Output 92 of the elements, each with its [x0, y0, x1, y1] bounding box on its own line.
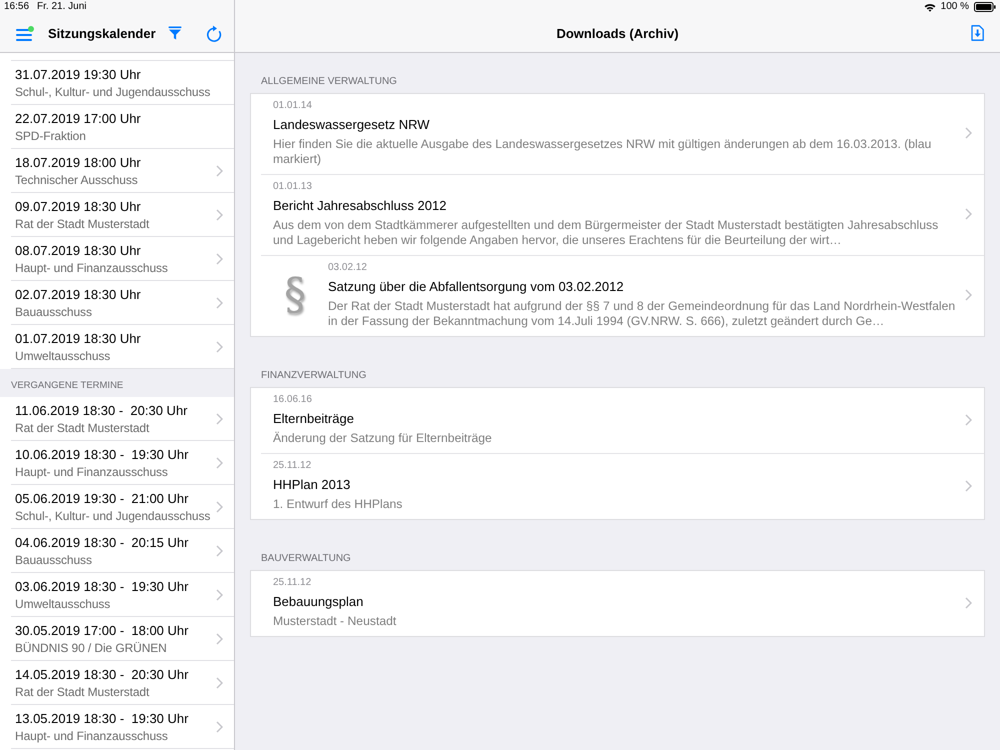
committee-name: Technischer Ausschuss: [15, 172, 138, 188]
download-icon: [971, 25, 984, 41]
document-description: Aus dem von dem Stadtkämmerer aufgestellten und dem Bürgermeister der Stadt Musterstadt bestätigten Jahresabschluss und Lagebericht heben wir folgende Angaben hervor, die unseres Erachtens für die Beurteilung der wirt…: [273, 218, 940, 248]
meeting-time: 03.06.2019 18:30 - 19:30 Uhr: [15, 578, 188, 596]
meeting-time: 04.06.2019 18:30 - 20:15 Uhr: [15, 534, 188, 552]
chevron-icon: [965, 414, 972, 426]
meeting-time: 10.06.2019 18:30 - 19:30 Uhr: [15, 446, 188, 464]
section-header: FINANZVERWALTUNG: [261, 370, 366, 382]
committee-name: Schul-, Kultur- und Jugendausschuss: [15, 84, 210, 100]
document-description: 1. Entwurf des HHPlans: [273, 497, 402, 512]
meeting-time: 30.05.2019 17:00 - 18:00 Uhr: [15, 622, 188, 640]
committee-name: SPD-Fraktion: [15, 128, 86, 144]
meeting-time: 13.05.2019 18:30 - 19:30 Uhr: [15, 710, 188, 728]
document-date: 25.11.12: [273, 459, 312, 473]
meeting-time: 05.06.2019 19:30 - 21:00 Uhr: [15, 490, 188, 508]
committee-name: Haupt- und Finanzausschuss: [15, 728, 168, 744]
document-list-item[interactable]: 01.01.14 Landeswassergesetz NRW Hier finden Sie die aktuelle Ausgabe des Landeswassergesetzes NRW mit gültigen änderungen ab dem 16.03.2013. (blau markiert): [261, 94, 984, 174]
document-date: 25.11.12: [273, 576, 312, 590]
meeting-list-item[interactable]: 08.07.2019 18:30 Uhr Haupt- und Finanzausschuss: [11, 237, 234, 281]
committee-name: Haupt- und Finanzausschuss: [15, 260, 168, 276]
meeting-list-item[interactable]: 30.05.2019 17:00 - 18:00 Uhr BÜNDNIS 90 / Die GRÜNEN: [11, 617, 234, 661]
chevron-icon: [965, 127, 972, 139]
committee-name: Schul-, Kultur- und Jugendausschuss: [15, 508, 210, 524]
committee-name: Bauausschuss: [15, 304, 92, 320]
meeting-list-item[interactable]: 05.06.2019 19:30 - 21:00 Uhr Schul-, Kultur- und Jugendausschuss: [11, 485, 234, 529]
document-title: Landeswassergesetz NRW: [273, 116, 430, 134]
page-title: Downloads (Archiv): [556, 26, 679, 40]
section-header: ALLGEMEINE VERWALTUNG: [261, 76, 397, 88]
document-description: Musterstadt - Neustadt: [273, 614, 396, 629]
document-title: Bericht Jahresabschluss 2012: [273, 197, 446, 215]
document-description: Hier finden Sie die aktuelle Ausgabe des Landeswassergesetzes NRW mit gültigen änderungen ab dem 16.03.2013. (blau markiert): [273, 137, 932, 167]
status-date: Fr. 21. Juni: [37, 1, 86, 13]
meeting-list-item[interactable]: 31.07.2019 19:30 Uhr Schul-, Kultur- und Jugendausschuss: [11, 61, 234, 105]
refresh-icon: [206, 24, 222, 42]
meeting-list-item[interactable]: 11.06.2019 18:30 - 20:30 Uhr Rat der Stadt Musterstadt: [11, 397, 234, 441]
battery-icon: [974, 2, 996, 12]
document-description: Der Rat der Stadt Musterstadt hat aufgrund der §§ 7 und 8 der Gemeindeordnung für das Land Nordrhein-Westfalen in der Fassung der Bekanntmachung vom 14.Juli 1994 (GV.NRW. S. 666), zuletzt geändert durch Ge…: [328, 299, 956, 329]
meeting-time: 02.07.2019 18:30 Uhr: [15, 286, 141, 304]
meeting-list-item[interactable]: 04.06.2019 18:30 - 20:15 Uhr Bauausschuss: [11, 529, 234, 573]
document-date: 03.02.12: [328, 261, 367, 275]
meeting-list-item[interactable]: 10.06.2019 18:30 - 19:30 Uhr Haupt- und Finanzausschuss: [11, 441, 234, 485]
chevron-icon: [965, 480, 972, 492]
meeting-time: 11.06.2019 18:30 - 20:30 Uhr: [15, 402, 188, 420]
document-description: Änderung der Satzung für Elternbeiträge: [273, 431, 492, 446]
meeting-time: 22.07.2019 17:00 Uhr: [15, 110, 141, 128]
document-title: Bebauungsplan: [273, 593, 364, 611]
section-header: VERGANGENE TERMINE: [0, 369, 234, 397]
committee-name: Umweltausschuss: [15, 348, 110, 364]
section-header: BAUVERWALTUNG: [261, 553, 351, 565]
committee-name: Rat der Stadt Musterstadt: [15, 684, 150, 700]
document-title: HHPlan 2013: [273, 476, 350, 494]
wifi-icon: [924, 2, 936, 12]
meeting-time: 31.07.2019 19:30 Uhr: [15, 66, 141, 84]
meeting-list-item[interactable]: 14.05.2019 18:30 - 20:30 Uhr Rat der Stadt Musterstadt: [11, 661, 234, 705]
download-button[interactable]: [971, 25, 984, 41]
meeting-list-item[interactable]: 03.06.2019 18:30 - 19:30 Uhr Umweltausschuss: [11, 573, 234, 617]
sidebar-title: Sitzungskalender: [48, 26, 156, 40]
chevron-icon: [965, 208, 972, 220]
committee-name: Umweltausschuss: [15, 596, 110, 612]
chevron-icon: [965, 289, 972, 301]
section-sign-icon: §: [273, 269, 317, 321]
document-list-item[interactable]: 25.11.12 Bebauungsplan Musterstadt - Neustadt: [261, 571, 984, 636]
meeting-list-item[interactable]: 22.07.2019 17:00 Uhr SPD-Fraktion: [11, 105, 234, 149]
meeting-time: 09.07.2019 18:30 Uhr: [15, 198, 141, 216]
filter-button[interactable]: [168, 26, 182, 40]
meeting-list-item[interactable]: 13.05.2019 18:30 - 19:30 Uhr Haupt- und Finanzausschuss: [11, 705, 234, 749]
committee-name: BÜNDNIS 90 / Die GRÜNEN: [15, 640, 167, 656]
committee-name: Rat der Stadt Musterstadt: [15, 216, 150, 232]
meeting-time: 14.05.2019 18:30 - 20:30 Uhr: [15, 666, 188, 684]
filter-icon: [168, 26, 182, 40]
menu-button[interactable]: [16, 26, 34, 40]
chevron-icon: [965, 596, 972, 608]
meeting-time: 01.07.2019 18:30 Uhr: [15, 330, 141, 348]
document-title: Elternbeiträge: [273, 410, 354, 428]
document-list-item[interactable]: 25.11.12 HHPlan 2013 1. Entwurf des HHPlans: [261, 453, 984, 519]
document-date: 01.01.14: [273, 99, 312, 113]
document-date: 01.01.13: [273, 180, 312, 194]
status-time: 16:56: [4, 1, 30, 13]
document-date: 16.06.16: [273, 393, 312, 407]
meeting-list-item[interactable]: 09.07.2019 18:30 Uhr Rat der Stadt Musterstadt: [11, 193, 234, 237]
meeting-time: 18.07.2019 18:00 Uhr: [15, 154, 141, 172]
committee-name: Haupt- und Finanzausschuss: [15, 464, 168, 480]
document-title: Satzung über die Abfallentsorgung vom 03.02.2012: [328, 278, 624, 296]
refresh-button[interactable]: [206, 24, 222, 42]
meeting-time: 08.07.2019 18:30 Uhr: [15, 242, 141, 260]
meeting-list-item[interactable]: 02.07.2019 18:30 Uhr Bauausschuss: [11, 281, 234, 325]
committee-name: Rat der Stadt Musterstadt: [15, 420, 150, 436]
menu-icon: [16, 28, 32, 40]
meeting-list-item[interactable]: 18.07.2019 18:00 Uhr Technischer Ausschuss: [11, 149, 234, 193]
document-list-item[interactable]: 16.06.16 Elternbeiträge Änderung der Satzung für Elternbeiträge: [261, 388, 984, 453]
battery-percentage: 100 %: [940, 1, 969, 13]
committee-name: Bauausschuss: [15, 552, 92, 568]
